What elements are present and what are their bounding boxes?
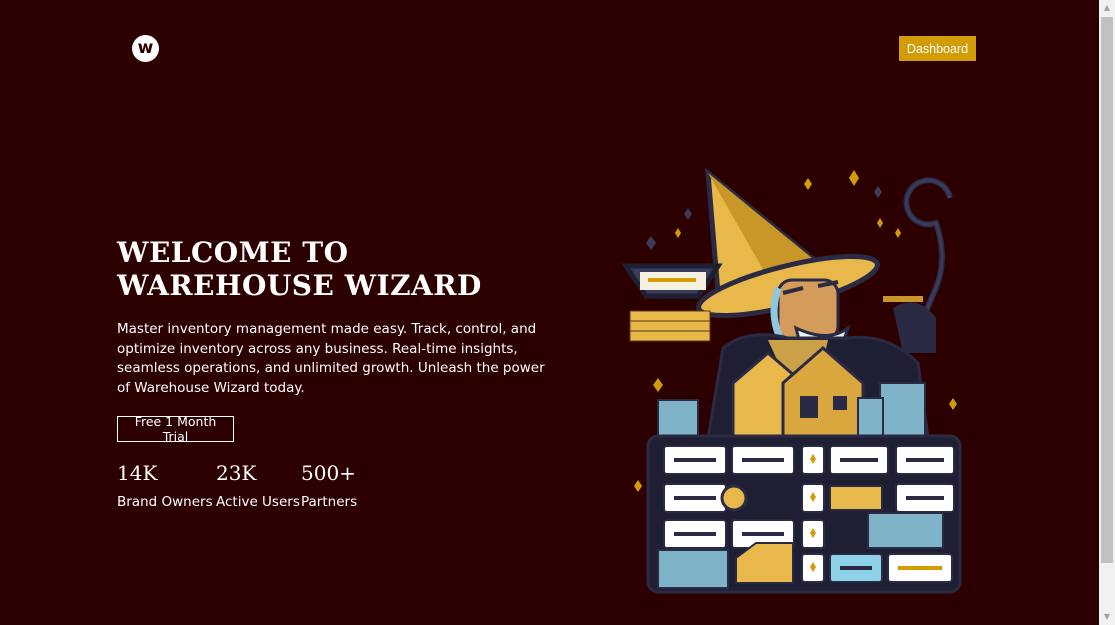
- free-trial-button[interactable]: Free 1 Month Trial: [117, 414, 234, 444]
- stat-value: 23K: [216, 461, 257, 485]
- dashboard-button[interactable]: Dashboard: [899, 36, 976, 61]
- stat-brand-owners: 14K Brand Owners: [117, 460, 213, 510]
- stat-value: 500+: [301, 461, 356, 485]
- stat-label: Brand Owners: [117, 494, 213, 510]
- hero-description: Master inventory management made easy. T…: [117, 321, 545, 397]
- scroll-down-icon[interactable]: ▼: [1099, 609, 1115, 625]
- stat-value: 14K: [117, 461, 158, 485]
- scroll-up-icon[interactable]: ▲: [1099, 0, 1115, 16]
- wizard-warehouse-illustration: [621, 168, 962, 594]
- page-scrollbar[interactable]: ▲ ▼: [1099, 0, 1115, 625]
- stat-label: Active Users: [216, 494, 300, 510]
- hero-title: Welcome to Warehouse Wizard: [117, 236, 482, 302]
- logo-letter: w: [137, 38, 154, 58]
- landing-page: w Dashboard Welcome to Warehouse Wizard …: [0, 0, 1115, 625]
- stat-partners: 500+ Partners: [301, 460, 357, 510]
- brand-logo[interactable]: w: [132, 35, 159, 62]
- stat-label: Partners: [301, 494, 358, 510]
- stat-active-users: 23K Active Users: [216, 460, 300, 510]
- scrollbar-thumb[interactable]: [1101, 17, 1113, 563]
